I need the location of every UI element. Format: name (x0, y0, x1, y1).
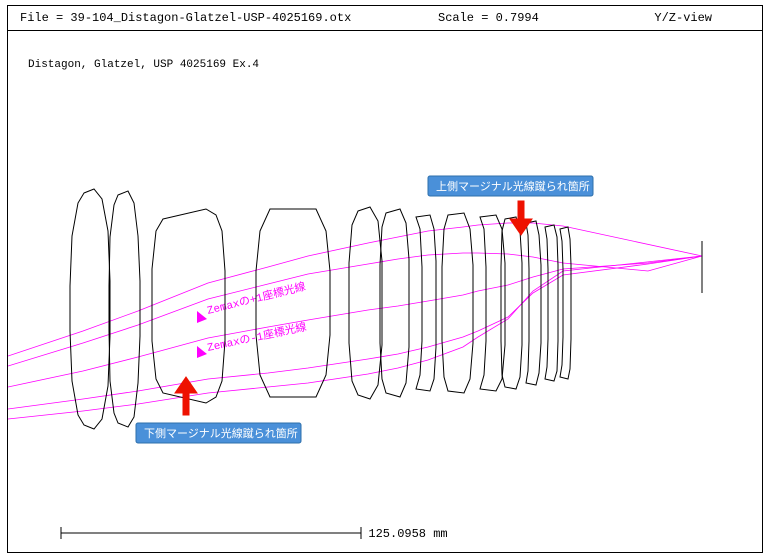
scale-bar-text: 125.0958 mm (368, 527, 447, 541)
window-frame: File = 39-104_Distagon-Glatzel-USP-40251… (7, 5, 763, 553)
ray-label-minus1: Zemaxの-1座標光線 (206, 319, 308, 355)
lower-arrow-icon (175, 377, 197, 415)
scale-label-line: Scale = 0.7994 (438, 11, 539, 25)
scale-bar: 125.0958 mm (61, 527, 448, 541)
drawing-canvas: Distagon, Glatzel, USP 4025169 Ex.4 Zema… (8, 31, 762, 552)
header-bar: File = 39-104_Distagon-Glatzel-USP-40251… (8, 6, 762, 31)
upper-callout-text: 上側マージナル光線蹴られ箇所 (436, 179, 590, 193)
scale-value: 0.7994 (496, 11, 539, 25)
file-value: 39-104_Distagon-Glatzel-USP-4025169.otx (70, 11, 351, 25)
lower-callout-text: 下側マージナル光線蹴られ箇所 (144, 426, 298, 440)
view-label: Y/Z-view (654, 11, 712, 25)
file-label-line: File = 39-104_Distagon-Glatzel-USP-40251… (20, 11, 351, 25)
optical-diagram: Zemaxの+1座標光線 Zemaxの-1座標光線 (8, 31, 762, 552)
file-label: File = (20, 11, 70, 25)
upper-arrow-icon (510, 201, 532, 235)
scale-label: Scale = (438, 11, 496, 25)
